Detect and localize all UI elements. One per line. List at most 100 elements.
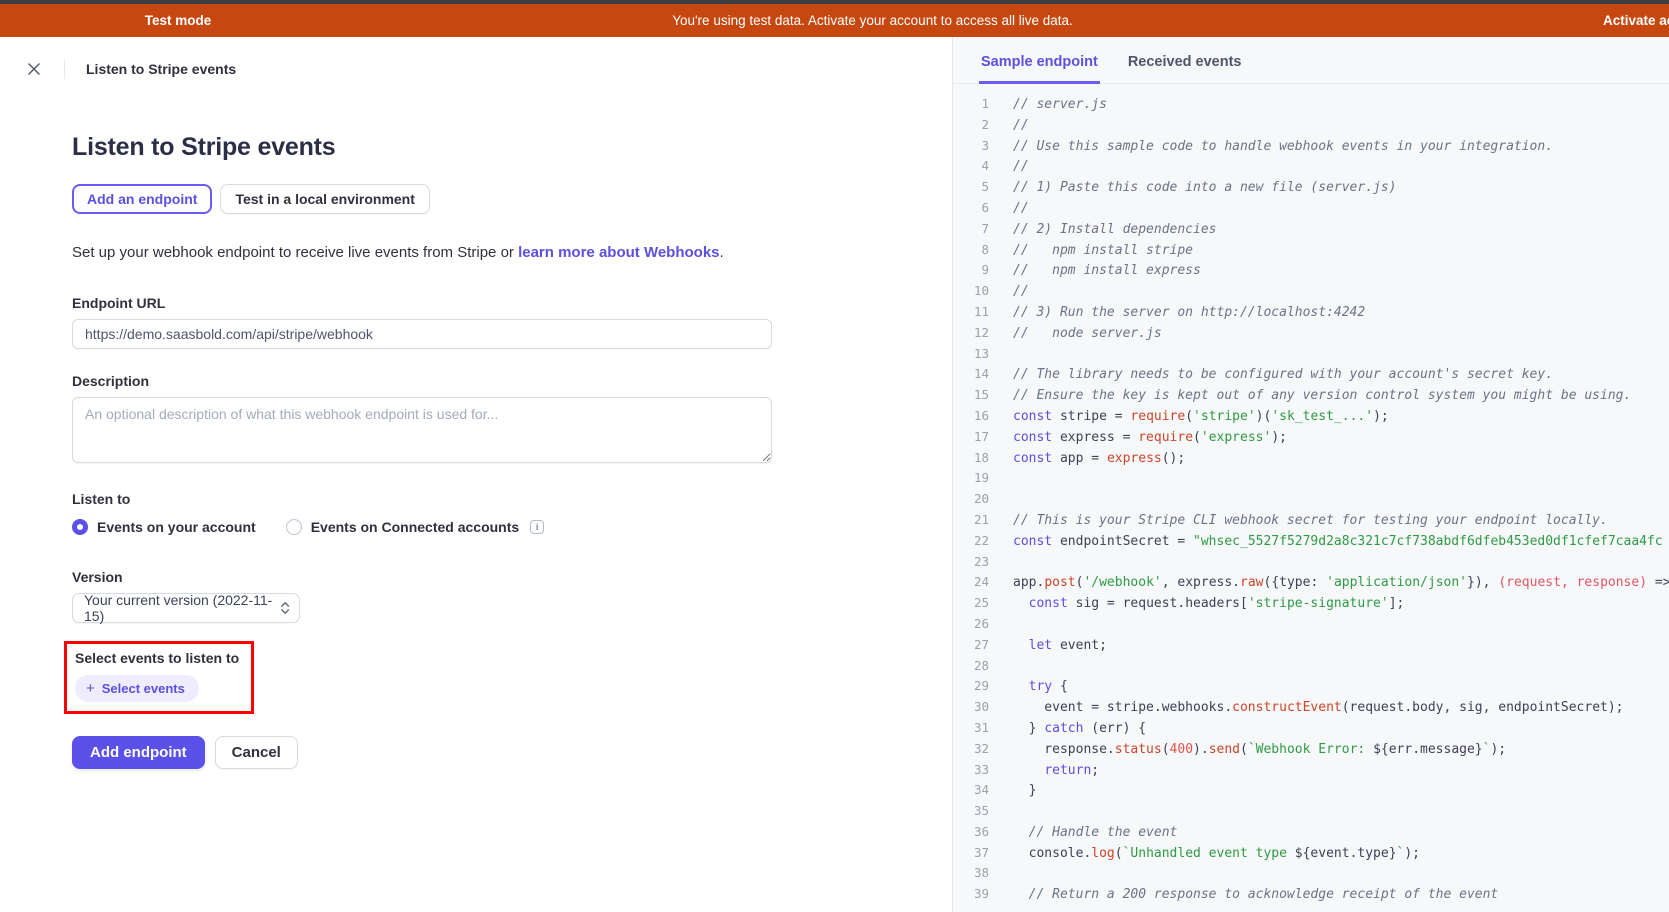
line-number: 21 <box>953 510 989 531</box>
line-number: 38 <box>953 863 989 884</box>
webhook-form-pane: Listen to Stripe events Listen to Stripe… <box>0 37 952 912</box>
code-line: 34 } <box>953 780 1669 801</box>
radio-events-connected-accounts-label: Events on Connected accounts <box>311 519 519 535</box>
code-line: 11// 3) Run the server on http://localho… <box>953 302 1669 323</box>
code-line: 5// 1) Paste this code into a new file (… <box>953 177 1669 198</box>
code-line: 1// server.js <box>953 94 1669 115</box>
code-line: 4// <box>953 156 1669 177</box>
code-line: 26 <box>953 614 1669 635</box>
line-number: 9 <box>953 260 989 281</box>
code-line: 18const app = express(); <box>953 448 1669 469</box>
test-local-environment-tab[interactable]: Test in a local environment <box>220 184 429 214</box>
code-line: 3// Use this sample code to handle webho… <box>953 136 1669 157</box>
header-divider <box>64 59 65 79</box>
code-line: 25 const sig = request.headers['stripe-s… <box>953 593 1669 614</box>
code-line: 8// npm install stripe <box>953 240 1669 261</box>
close-icon <box>27 62 41 76</box>
code-line: 6// <box>953 198 1669 219</box>
code-block: 1// server.js2//3// Use this sample code… <box>953 84 1669 905</box>
code-line: 27 let event; <box>953 635 1669 656</box>
intro-text-main: Set up your webhook endpoint to receive … <box>72 244 518 261</box>
code-line: 21// This is your Stripe CLI webhook sec… <box>953 510 1669 531</box>
radio-selected-icon[interactable] <box>72 519 88 535</box>
select-chevron-icon <box>280 601 290 615</box>
version-label: Version <box>72 569 772 585</box>
line-number: 13 <box>953 344 989 365</box>
endpoint-url-label: Endpoint URL <box>72 295 772 311</box>
code-line: 20 <box>953 489 1669 510</box>
dialog-header: Listen to Stripe events <box>0 37 952 79</box>
code-line: 23 <box>953 552 1669 573</box>
line-number: 28 <box>953 656 989 677</box>
intro-text: Set up your webhook endpoint to receive … <box>72 244 772 261</box>
code-line: 36 // Handle the event <box>953 822 1669 843</box>
code-line: 35 <box>953 801 1669 822</box>
info-icon[interactable]: i <box>530 520 544 534</box>
line-number: 20 <box>953 489 989 510</box>
radio-unselected-icon[interactable] <box>286 519 302 535</box>
code-pane-tabs: Sample endpoint Received events <box>953 37 1669 84</box>
line-number: 4 <box>953 156 989 177</box>
activate-account-button[interactable]: Activate account <box>1603 4 1669 37</box>
endpoint-mode-toggle: Add an endpoint Test in a local environm… <box>72 184 772 214</box>
add-endpoint-tab[interactable]: Add an endpoint <box>72 184 212 214</box>
line-number: 19 <box>953 468 989 489</box>
code-line: 15// Ensure the key is kept out of any v… <box>953 385 1669 406</box>
line-number: 6 <box>953 198 989 219</box>
line-number: 22 <box>953 531 989 552</box>
cancel-button[interactable]: Cancel <box>215 736 298 769</box>
code-line: 13 <box>953 344 1669 365</box>
line-number: 27 <box>953 635 989 656</box>
radio-events-on-account-label: Events on your account <box>97 519 256 535</box>
line-number: 33 <box>953 760 989 781</box>
tab-received-events[interactable]: Received events <box>1126 37 1244 84</box>
select-events-label: Select events to listen to <box>75 650 239 666</box>
webhooks-link[interactable]: learn more about Webhooks <box>518 244 719 261</box>
description-textarea[interactable] <box>72 397 772 463</box>
line-number: 36 <box>953 822 989 843</box>
line-number: 29 <box>953 676 989 697</box>
form-actions: Add endpoint Cancel <box>72 736 772 769</box>
line-number: 3 <box>953 136 989 157</box>
line-number: 25 <box>953 593 989 614</box>
description-label: Description <box>72 373 772 389</box>
endpoint-url-input[interactable] <box>72 319 772 349</box>
line-number: 17 <box>953 427 989 448</box>
code-line: 2// <box>953 115 1669 136</box>
code-line: 38 <box>953 863 1669 884</box>
line-number: 14 <box>953 364 989 385</box>
line-number: 10 <box>953 281 989 302</box>
listen-to-options: Events on your account Events on Connect… <box>72 519 772 535</box>
code-line: 16const stripe = require('stripe')('sk_t… <box>953 406 1669 427</box>
intro-text-suffix: . <box>720 244 724 261</box>
code-line: 30 event = stripe.webhooks.constructEven… <box>953 697 1669 718</box>
line-number: 37 <box>953 843 989 864</box>
select-events-button[interactable]: + Select events <box>75 675 199 702</box>
line-number: 7 <box>953 219 989 240</box>
code-lines: 1// server.js2//3// Use this sample code… <box>953 94 1669 905</box>
code-line: 12// node server.js <box>953 323 1669 344</box>
code-line: 22const endpointSecret = "whsec_5527f527… <box>953 531 1669 552</box>
close-button[interactable] <box>25 60 43 78</box>
tab-sample-endpoint[interactable]: Sample endpoint <box>979 37 1100 84</box>
version-select-value: Your current version (2022-11-15) <box>84 592 280 624</box>
line-number: 24 <box>953 572 989 593</box>
code-line: 33 return; <box>953 760 1669 781</box>
sample-code-pane: Sample endpoint Received events 1// serv… <box>952 37 1669 912</box>
code-line: 29 try { <box>953 676 1669 697</box>
radio-events-connected-accounts[interactable]: Events on Connected accounts i <box>286 519 544 535</box>
form-heading: Listen to Stripe events <box>72 133 772 162</box>
line-number: 35 <box>953 801 989 822</box>
version-select[interactable]: Your current version (2022-11-15) <box>72 593 300 623</box>
radio-events-on-account[interactable]: Events on your account <box>72 519 256 535</box>
code-line: 17const express = require('express'); <box>953 427 1669 448</box>
line-number: 11 <box>953 302 989 323</box>
select-events-button-label: Select events <box>102 681 185 696</box>
code-line: 31 } catch (err) { <box>953 718 1669 739</box>
add-endpoint-button[interactable]: Add endpoint <box>72 736 205 769</box>
line-number: 18 <box>953 448 989 469</box>
events-section-highlight: Select events to listen to + Select even… <box>64 641 254 714</box>
plus-icon: + <box>86 681 95 696</box>
line-number: 8 <box>953 240 989 261</box>
line-number: 26 <box>953 614 989 635</box>
